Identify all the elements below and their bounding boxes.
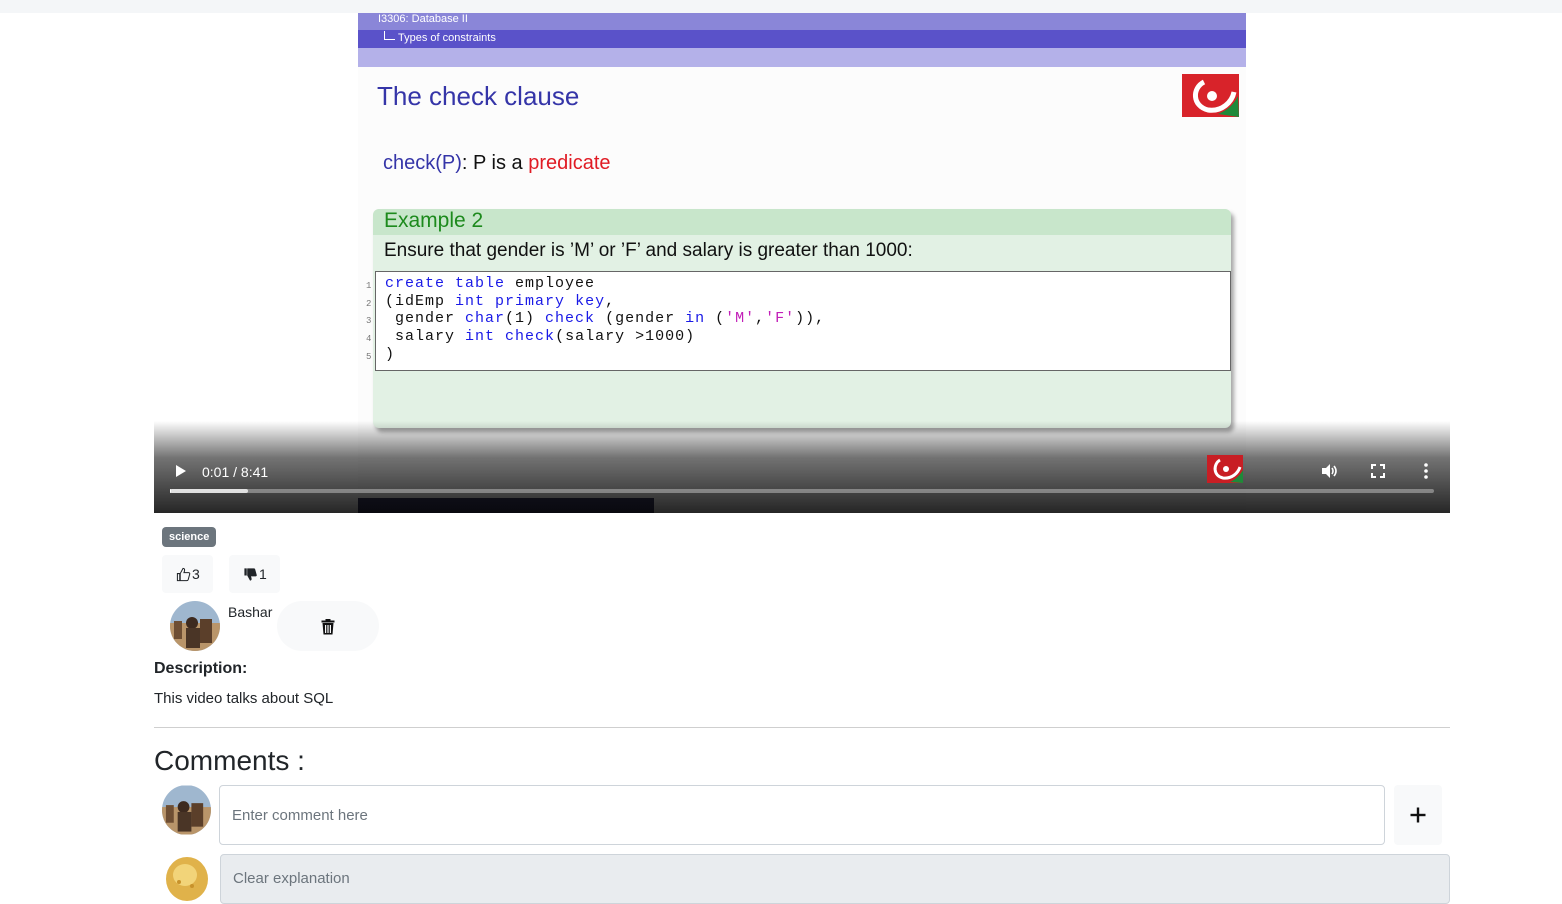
slide-breadcrumb-section: Types of constraints xyxy=(398,32,496,44)
description-text: This video talks about SQL xyxy=(154,690,334,707)
comments-heading: Comments : xyxy=(154,745,305,776)
thumbs-down-icon xyxy=(244,568,257,581)
dislike-count: 1 xyxy=(259,566,267,582)
line-number: 3 xyxy=(366,316,372,326)
commenter-avatar xyxy=(164,855,210,903)
example-header xyxy=(373,209,1231,235)
more-vert-icon[interactable] xyxy=(1416,461,1436,481)
category-badge[interactable]: science xyxy=(162,527,217,547)
comment-input[interactable] xyxy=(219,785,1385,845)
check-highlight: predicate xyxy=(528,152,611,174)
author-name[interactable]: Bashar xyxy=(228,604,272,620)
time-display: 0:01 / 8:41 xyxy=(202,464,269,480)
example-title: Example 2 xyxy=(384,209,484,232)
check-middle-text: : P is a xyxy=(461,152,529,174)
current-user-avatar xyxy=(162,785,211,835)
code-line-2: (idEmp int primary key, xyxy=(385,293,616,310)
example-text: Ensure that gender is ’M’ or ’F’ and sal… xyxy=(384,240,913,261)
check-syntax: check(P) xyxy=(383,152,462,174)
description-label: Description: xyxy=(154,660,248,677)
slide-header-bar-3 xyxy=(358,48,1246,67)
add-comment-button[interactable] xyxy=(1394,785,1442,845)
line-number: 5 xyxy=(366,352,372,362)
top-bar xyxy=(0,0,1562,13)
video-controls: 0:01 / 8:41 xyxy=(154,421,1450,513)
university-logo-icon xyxy=(1182,74,1239,117)
code-line-1: create table employee xyxy=(385,275,596,292)
slide-header-bar xyxy=(358,13,1246,30)
delete-video-button[interactable] xyxy=(277,601,379,651)
line-number: 4 xyxy=(366,334,372,344)
video-player[interactable]: I3306: Database II Types of constraints … xyxy=(154,13,1450,513)
dislike-button[interactable]: 1 xyxy=(229,555,280,593)
code-line-5: ) xyxy=(385,346,396,363)
comment-item: Clear explanation xyxy=(220,854,1450,904)
code-line-3: gender char(1) check (gender in ('M','F'… xyxy=(385,310,826,327)
volume-icon[interactable] xyxy=(1319,461,1339,481)
code-line-4: salary int check(salary >1000) xyxy=(385,328,696,345)
code-listing: create table employee (idEmp int primary… xyxy=(366,271,1231,371)
line-number: 1 xyxy=(366,281,372,291)
author-avatar[interactable] xyxy=(170,601,220,651)
thumbs-up-icon xyxy=(176,567,191,582)
fullscreen-icon[interactable] xyxy=(1368,461,1388,481)
plus-icon xyxy=(1410,807,1426,823)
buffered-bar xyxy=(170,489,249,493)
play-icon[interactable] xyxy=(170,461,190,481)
like-count: 3 xyxy=(192,566,200,582)
breadcrumb-connector xyxy=(384,31,395,40)
slide-title: The check clause xyxy=(377,81,580,111)
line-number: 2 xyxy=(366,299,372,309)
watermark-logo-icon xyxy=(1207,455,1243,483)
example-block: Example 2 Ensure that gender is ’M’ or ’… xyxy=(366,209,1231,428)
section-divider xyxy=(154,727,1450,728)
slide-check-definition: check(P): P is a predicate xyxy=(383,152,611,175)
trash-icon xyxy=(321,619,335,635)
like-button[interactable]: 3 xyxy=(162,555,213,593)
slide-breadcrumb-course: I3306: Database II xyxy=(378,13,468,25)
progress-track[interactable] xyxy=(170,489,1434,493)
